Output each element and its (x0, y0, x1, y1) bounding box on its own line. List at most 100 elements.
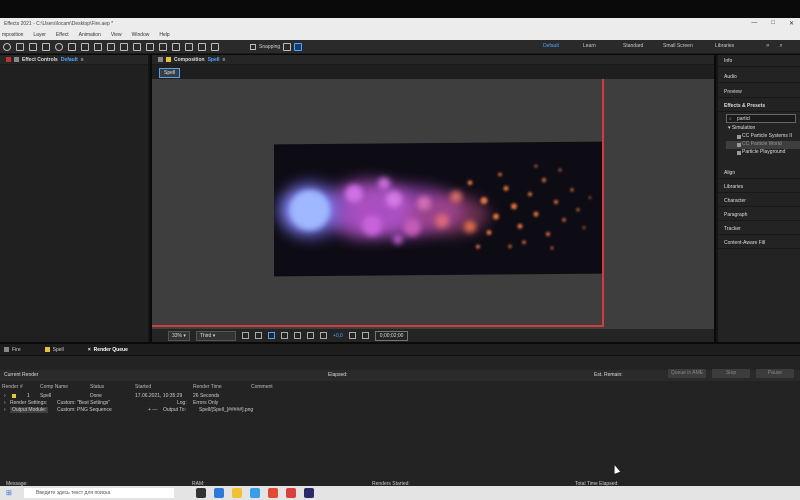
dolly-tool-icon[interactable] (42, 43, 50, 51)
zoom-tool-icon[interactable] (3, 43, 11, 51)
expand-arrow-icon[interactable]: › (4, 400, 6, 406)
effect-cc-particle-world[interactable]: CC Particle World (726, 141, 800, 149)
info-panel-tab[interactable]: Info (718, 55, 800, 67)
pause-button[interactable]: Pause (756, 369, 794, 378)
col-started[interactable]: Started (135, 384, 151, 390)
start-button-icon[interactable]: ⊞ (6, 489, 12, 497)
transparency-grid-icon[interactable] (254, 332, 262, 339)
workspace-libraries[interactable]: Libraries (715, 43, 755, 49)
menu-layer[interactable]: Layer (33, 32, 46, 38)
mask-visibility-icon[interactable] (267, 332, 275, 339)
composition-header[interactable]: Composition Spell ≡ (152, 55, 714, 65)
view-axis-icon[interactable] (211, 43, 219, 51)
log-value[interactable]: Errors Only (193, 400, 218, 406)
exposure-value[interactable]: +0,0 (333, 333, 343, 339)
col-render[interactable]: Render (2, 384, 18, 390)
pen-tool-icon[interactable] (94, 43, 102, 51)
expand-arrow-icon[interactable]: › (4, 393, 6, 399)
puppet-tool-icon[interactable] (172, 43, 180, 51)
close-button[interactable]: ✕ (789, 20, 794, 27)
composition-tab-spell[interactable]: Spell (159, 68, 181, 78)
after-effects-icon[interactable] (304, 488, 314, 498)
panel-close-icon[interactable] (158, 57, 163, 62)
queue-in-ame-button[interactable]: Queue in AME (668, 369, 706, 378)
orbit-tool-icon[interactable] (16, 43, 24, 51)
pan-tool-icon[interactable] (29, 43, 37, 51)
panel-menu-icon[interactable]: ≡ (81, 57, 84, 63)
expand-arrow-icon[interactable]: › (4, 407, 6, 413)
col-render-time[interactable]: Render Time (193, 384, 222, 390)
effect-cc-particle-systems-ii[interactable]: CC Particle Systems II (726, 133, 800, 141)
pan-behind-tool-icon[interactable] (68, 43, 76, 51)
effects-presets-panel-tab[interactable]: Effects & Presets (718, 100, 800, 112)
taskbar-search-input[interactable]: Введите здесь текст для поиска (24, 488, 174, 498)
col-status[interactable]: Status (90, 384, 104, 390)
store-icon[interactable] (268, 488, 278, 498)
edge-browser-icon[interactable] (214, 488, 224, 498)
table-row[interactable]: › 1 Spell Done 17.06.2021, 10:35:29 26 S… (0, 393, 800, 400)
panel-close-icon[interactable] (6, 57, 11, 62)
menu-view[interactable]: View (111, 32, 122, 38)
workspace-default[interactable]: Default (543, 43, 583, 49)
label-color-icon[interactable] (12, 394, 16, 398)
snap-edges-icon[interactable] (283, 43, 292, 51)
task-view-icon[interactable] (196, 488, 206, 498)
snapping-toggle[interactable]: Snapping (250, 43, 303, 51)
magnification-select[interactable]: 33% ▾ (168, 330, 190, 341)
current-time-display[interactable]: 0;00;02;00 (374, 330, 409, 341)
align-panel-tab[interactable]: Align (718, 167, 800, 179)
panel-menu-icon[interactable]: ≡ (223, 57, 226, 63)
paragraph-panel-tab[interactable]: Paragraph (718, 209, 800, 221)
menu-effect[interactable]: Effect (56, 32, 69, 38)
col-comment[interactable]: Comment (251, 384, 273, 390)
tab-close-icon[interactable]: × (88, 347, 91, 353)
brush-tool-icon[interactable] (120, 43, 128, 51)
content-aware-fill-panel-tab[interactable]: Content-Aware Fill (718, 237, 800, 249)
show-snapshot-icon[interactable] (361, 332, 369, 339)
effect-controls-header[interactable]: Effect Controls Default ≡ (0, 55, 148, 65)
render-settings-value[interactable]: Custom: "Best Settings" (57, 400, 110, 406)
effects-search-input[interactable]: ⌕ particl (726, 114, 796, 123)
rectangle-tool-icon[interactable] (81, 43, 89, 51)
tab-fire[interactable]: Fire (4, 347, 21, 353)
resolution-select[interactable]: Third ▾ (195, 330, 236, 341)
align-axis-icon[interactable] (185, 43, 193, 51)
reset-exposure-icon[interactable] (319, 332, 327, 339)
maximize-button[interactable]: □ (771, 20, 775, 27)
col-index[interactable]: # (20, 384, 23, 390)
rotate-tool-icon[interactable] (55, 43, 63, 51)
workspace-standard[interactable]: Standard (623, 43, 663, 49)
category-simulation[interactable]: ▾ Simulation (726, 125, 800, 133)
audio-panel-tab[interactable]: Audio (718, 71, 800, 83)
color-management-icon[interactable] (306, 332, 314, 339)
snapshot-icon[interactable] (348, 332, 356, 339)
minimize-button[interactable]: — (751, 20, 757, 27)
search-help-icon[interactable]: ⌕ (779, 43, 782, 50)
clone-stamp-tool-icon[interactable] (133, 43, 141, 51)
workspace-learn[interactable]: Learn (583, 43, 623, 49)
workspace-menu-icon[interactable]: » (766, 43, 769, 50)
menu-composition[interactable]: mposition (2, 32, 23, 38)
menu-window[interactable]: Window (132, 32, 150, 38)
row-comp-name[interactable]: Spell (40, 393, 51, 399)
stop-button[interactable]: Stop (712, 369, 750, 378)
menu-help[interactable]: Help (159, 32, 169, 38)
workspace-small-screen[interactable]: Small Screen (663, 43, 715, 49)
eraser-tool-icon[interactable] (146, 43, 154, 51)
snapping-checkbox[interactable] (250, 44, 256, 50)
tab-close-icon[interactable] (4, 347, 9, 352)
file-explorer-icon[interactable] (232, 488, 242, 498)
add-output-icon[interactable]: + — (148, 407, 157, 413)
tab-render-queue[interactable]: × Render Queue (88, 347, 128, 353)
world-axis-icon[interactable] (198, 43, 206, 51)
snap-features-icon[interactable] (294, 43, 303, 51)
roto-brush-tool-icon[interactable] (159, 43, 167, 51)
type-tool-icon[interactable] (107, 43, 115, 51)
opera-icon[interactable] (286, 488, 296, 498)
lock-icon[interactable] (14, 57, 19, 62)
col-comp-name[interactable]: Comp Name (40, 384, 68, 390)
tab-spell[interactable]: Spell (44, 347, 64, 353)
guides-icon[interactable] (280, 332, 288, 339)
preview-panel-tab[interactable]: Preview (718, 86, 800, 98)
output-module-value[interactable]: Custom: PNG Sequence (57, 407, 112, 413)
